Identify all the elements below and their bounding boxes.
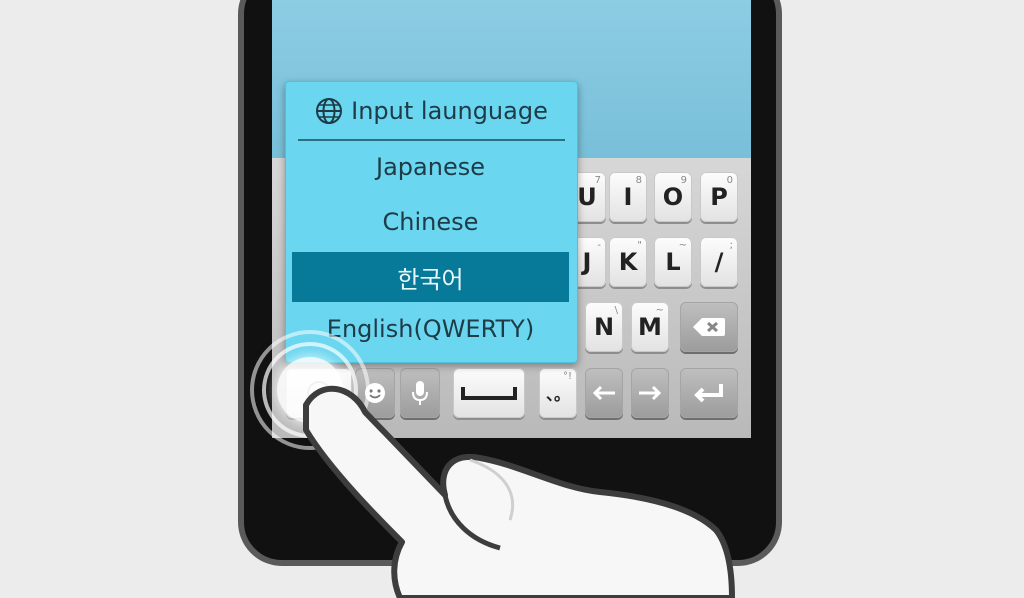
key-label: P — [710, 183, 728, 211]
key-sub-label: 0 — [726, 175, 733, 186]
language-option-label: 한국어 — [397, 265, 464, 294]
key-sub-label: ~ — [678, 240, 687, 251]
key-label: U — [577, 183, 597, 211]
key-label: I — [623, 183, 633, 211]
key-label: L — [665, 248, 681, 276]
enter-icon — [694, 384, 723, 403]
key-sub-label: 9 — [680, 175, 687, 186]
key-label: N — [593, 313, 615, 341]
space-key[interactable] — [453, 368, 525, 418]
language-option-label: English(QWERTY) — [326, 315, 535, 343]
microphone-icon — [412, 381, 428, 405]
cursor-right-icon — [639, 385, 662, 401]
language-option-korean[interactable]: 한국어 — [292, 252, 569, 302]
globe-icon — [316, 98, 343, 124]
punctuation-key[interactable]: 、。 °! — [539, 368, 577, 418]
key-label: K — [618, 248, 638, 276]
key-sub-label: 7 — [594, 175, 601, 186]
key-sub-label: 8 — [635, 175, 642, 186]
key-i[interactable]: I 8 — [609, 172, 647, 222]
key-sub-label: ; — [729, 240, 733, 251]
key-n[interactable]: N \ — [585, 302, 623, 352]
space-icon — [461, 387, 517, 400]
language-option-label: Japanese — [376, 153, 485, 181]
enter-key[interactable] — [680, 368, 738, 418]
key-k[interactable]: K " — [609, 237, 647, 287]
key-sub-label: \ — [614, 305, 618, 316]
input-language-popup: Input launguage Japanese Chinese 한국어 Eng… — [285, 81, 578, 363]
language-option-label: Chinese — [382, 208, 479, 236]
key-slash[interactable]: / ; — [700, 237, 738, 287]
cursor-right-key[interactable] — [631, 368, 669, 418]
backspace-key[interactable] — [680, 302, 738, 352]
language-option-japanese[interactable]: Japanese — [292, 142, 569, 192]
key-o[interactable]: O 9 — [654, 172, 692, 222]
key-label: M — [638, 313, 662, 341]
key-label: / — [714, 248, 724, 276]
language-option-chinese[interactable]: Chinese — [292, 197, 569, 247]
cursor-left-icon — [592, 385, 615, 401]
key-p[interactable]: P 0 — [700, 172, 738, 222]
key-sub-label: - — [597, 240, 601, 251]
key-label: J — [582, 248, 592, 276]
key-sub-label: " — [637, 240, 642, 251]
backspace-icon — [693, 318, 725, 336]
touch-indicator-inner — [277, 357, 343, 423]
key-sub-label: ~ — [655, 305, 664, 316]
popup-title-text: Input launguage — [351, 97, 548, 125]
cursor-left-key[interactable] — [585, 368, 623, 418]
key-m[interactable]: M ~ — [631, 302, 669, 352]
key-label: O — [662, 183, 684, 211]
key-label: 、。 — [545, 385, 570, 404]
popup-title: Input launguage — [286, 82, 577, 140]
popup-divider — [298, 139, 565, 141]
key-l[interactable]: L ~ — [654, 237, 692, 287]
key-sub-label: °! — [562, 371, 572, 382]
voice-input-key[interactable] — [400, 368, 440, 418]
